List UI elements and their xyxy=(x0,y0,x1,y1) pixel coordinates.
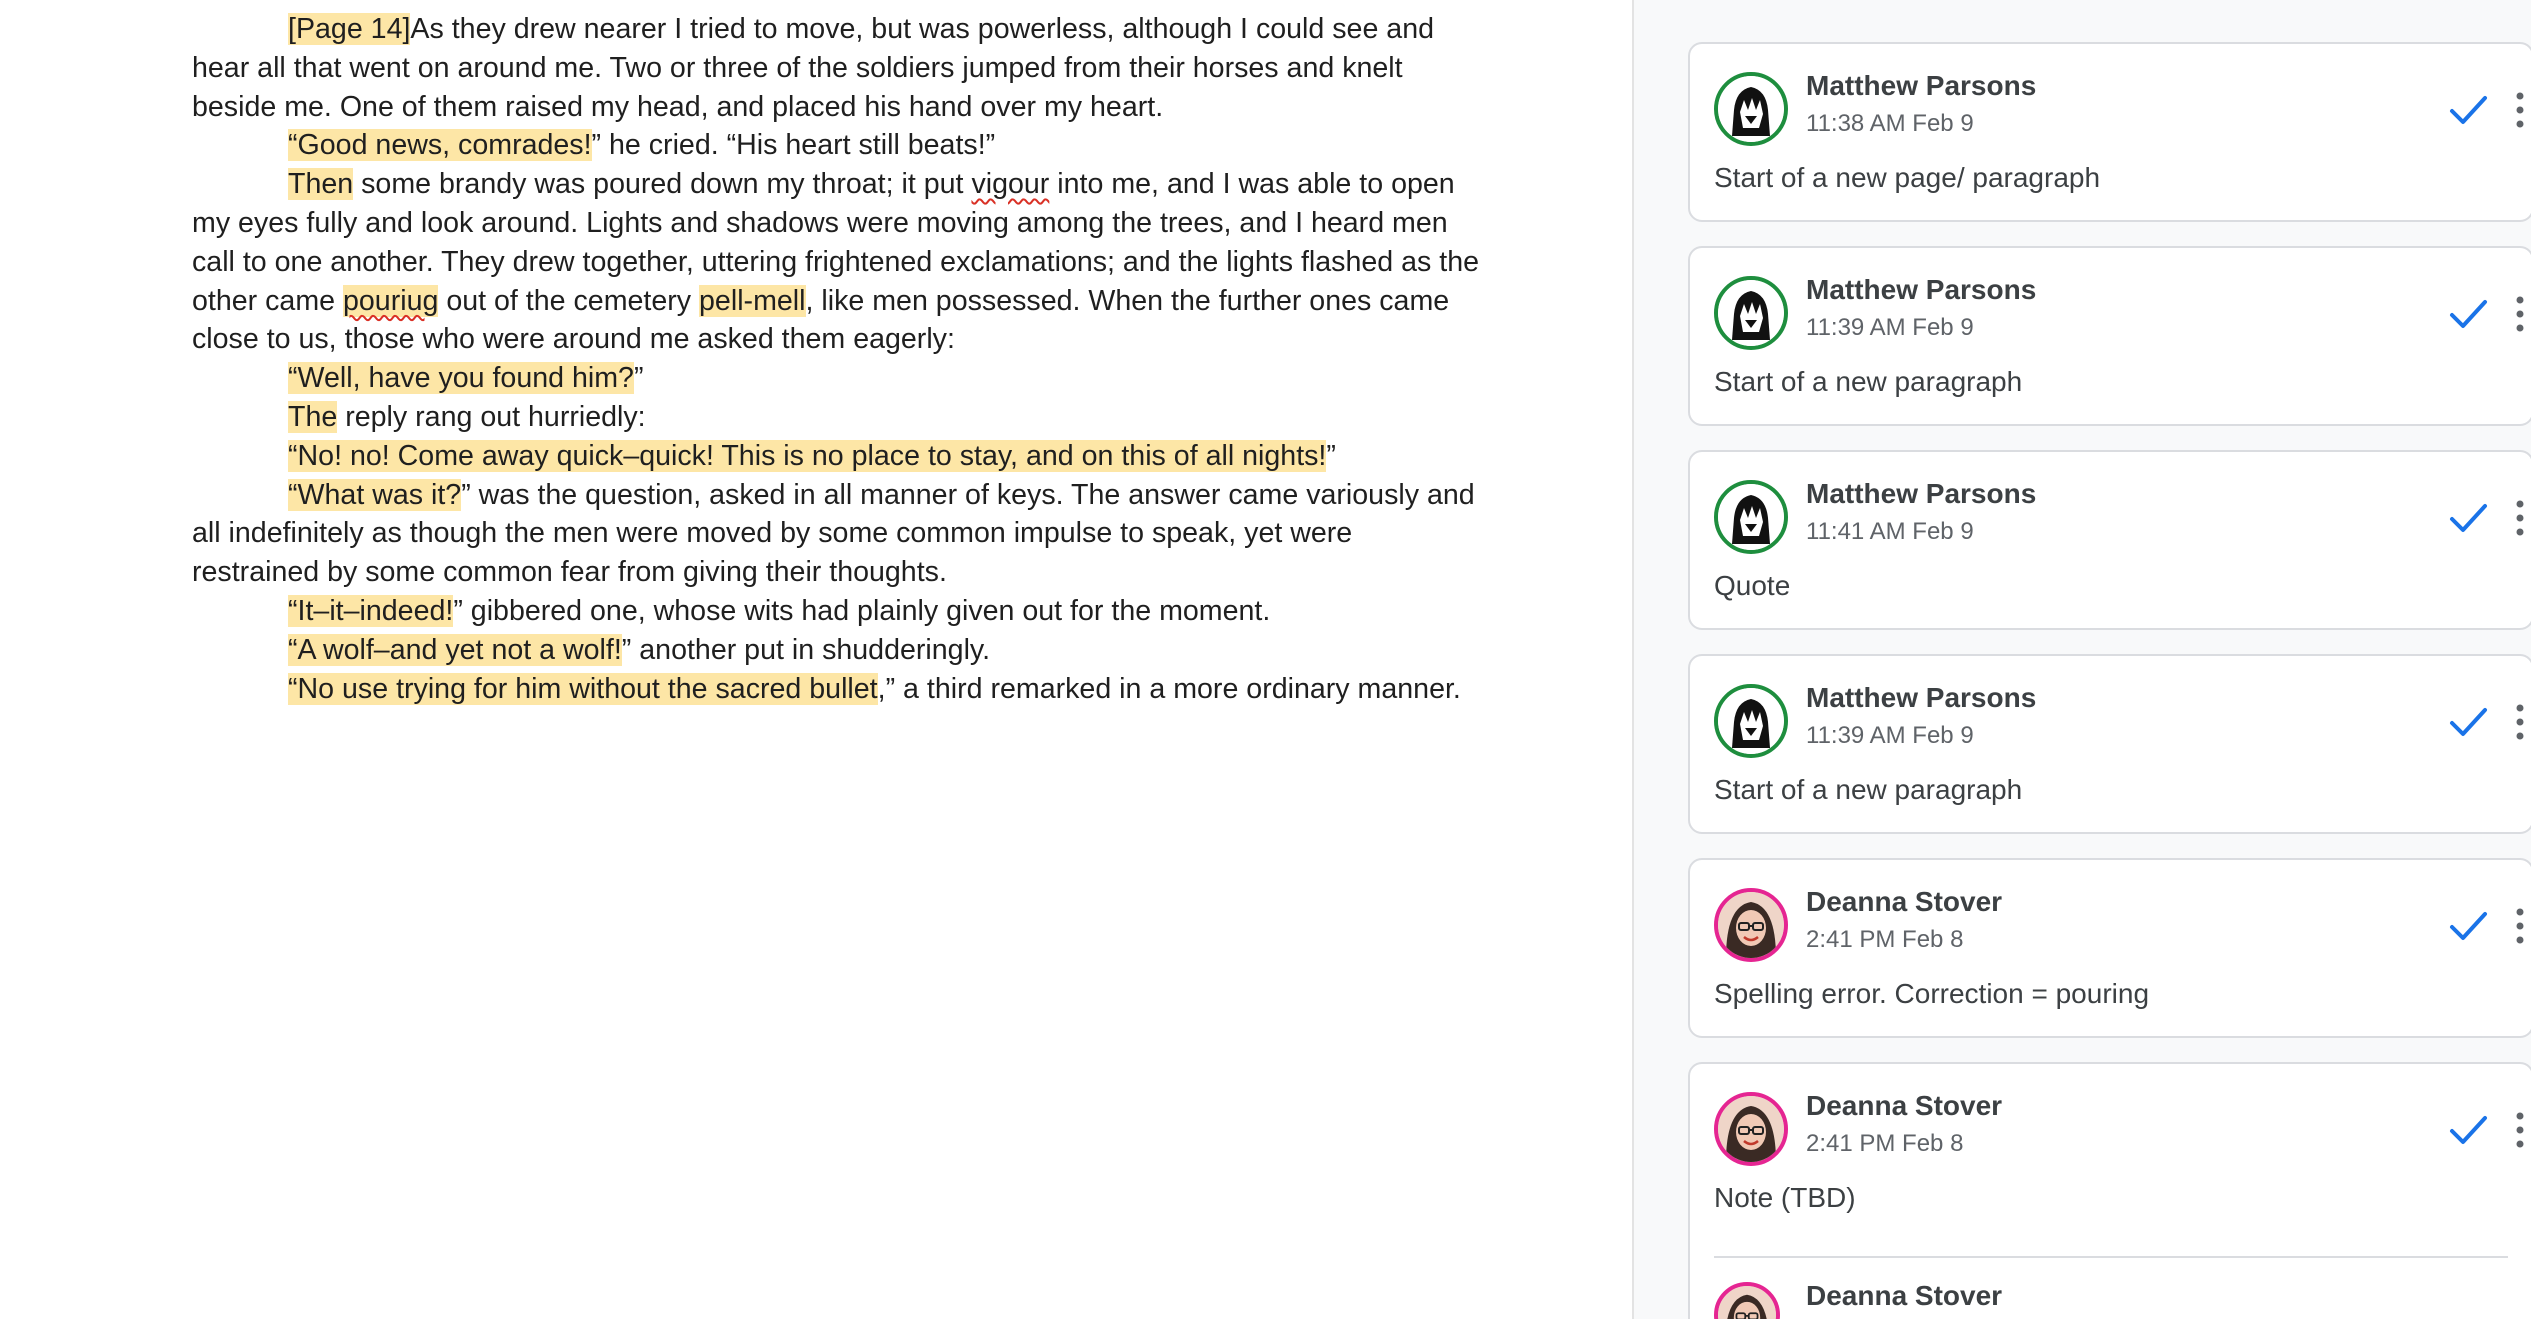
commented-text[interactable]: “No use trying for him without the sacre… xyxy=(288,672,878,705)
avatar xyxy=(1714,276,1788,350)
avatar xyxy=(1714,1092,1788,1166)
comment-author: Matthew Parsons xyxy=(1806,274,2037,305)
comment-text: Quote xyxy=(1714,570,1791,601)
text-run: ” xyxy=(633,362,644,395)
comment-author: Matthew Parsons xyxy=(1806,70,2037,101)
document-paragraph[interactable]: [Page 14]As they drew nearer I tried to … xyxy=(192,10,1482,126)
checkmark-icon[interactable] xyxy=(2442,900,2494,952)
comment-card[interactable]: Matthew Parsons 11:38 AM Feb 9 Start of a … xyxy=(1688,42,2531,222)
misspelled-word[interactable]: vigour xyxy=(971,168,1049,200)
document-body[interactable]: [Page 14]As they drew nearer I tried to … xyxy=(192,10,1482,708)
comment-card[interactable]: Matthew Parsons 11:41 AM Feb 9 Quote xyxy=(1688,450,2531,630)
commented-text[interactable]: Then xyxy=(288,168,354,201)
more-vert-icon[interactable] xyxy=(2502,84,2531,136)
document-paragraph[interactable]: “Well, have you found him?” xyxy=(192,359,1482,398)
text-run: ” gibbered one, whose wits had plainly g… xyxy=(453,594,1271,627)
commented-text[interactable]: pouriug xyxy=(342,284,439,317)
comment-timestamp: 2:41 PM Feb 8 xyxy=(1806,926,1964,953)
more-vert-icon[interactable] xyxy=(2502,696,2531,748)
comment-text: Start of a new paragraph xyxy=(1714,774,2023,805)
commented-text[interactable]: [Page 14] xyxy=(288,13,411,45)
comment-timestamp: 11:39 AM Feb 9 xyxy=(1806,314,1974,341)
text-run: ,” a third remarked in a more ordinary m… xyxy=(877,672,1461,705)
reply-author: Deanna Stover xyxy=(1806,1280,2003,1311)
document-paragraph[interactable]: “No! no! Come away quick–quick! This is … xyxy=(192,437,1482,476)
document-paragraph[interactable]: “Good news, comrades!” he cried. “His he… xyxy=(192,126,1482,165)
comment-text: Start of a new page/ paragraph xyxy=(1714,162,2101,193)
comment-author: Deanna Stover xyxy=(1806,1090,2003,1121)
comment-timestamp: 11:38 AM Feb 9 xyxy=(1806,110,1974,137)
comment-text: Note (TBD) xyxy=(1714,1182,1856,1213)
comment-timestamp: 11:41 AM Feb 9 xyxy=(1806,518,1974,545)
comment-author: Deanna Stover xyxy=(1806,886,2003,917)
comment-timestamp: 2:41 PM Feb 8 xyxy=(1806,1130,1964,1157)
more-vert-icon[interactable] xyxy=(2502,492,2531,544)
commented-text[interactable]: “It–it–indeed! xyxy=(288,594,454,627)
text-run: reply rang out hurriedly: xyxy=(337,400,646,433)
more-vert-icon[interactable] xyxy=(2502,1104,2531,1156)
comment-text: Spelling error. Correction = pouring xyxy=(1714,978,2150,1009)
document-paragraph[interactable]: “What was it?” was the question, asked i… xyxy=(192,476,1482,592)
commented-text[interactable]: “Good news, comrades! xyxy=(288,129,592,162)
document-page: [Page 14]As they drew nearer I tried to … xyxy=(0,0,1632,1319)
document-paragraph[interactable]: “It–it–indeed!” gibbered one, whose wits… xyxy=(192,592,1482,631)
checkmark-icon[interactable] xyxy=(2442,288,2494,340)
commented-text[interactable]: “Well, have you found him? xyxy=(288,362,634,395)
reply-divider xyxy=(1714,1256,2508,1258)
comment-card[interactable]: Matthew Parsons 11:39 AM Feb 9 Start of a … xyxy=(1688,246,2531,426)
text-run: ” xyxy=(1326,439,1336,472)
commented-text[interactable]: “No! no! Come away quick–quick! This is … xyxy=(288,439,1327,472)
document-paragraph[interactable]: Then some brandy was poured down my thro… xyxy=(192,165,1482,359)
reply-avatar xyxy=(1714,1282,1780,1319)
comment-card[interactable]: Deanna Stover 2:41 PM Feb 8 Note (TBD) Dean… xyxy=(1688,1062,2531,1319)
avatar xyxy=(1714,888,1788,962)
commented-text[interactable]: The xyxy=(288,400,338,433)
checkmark-icon[interactable] xyxy=(2442,1104,2494,1156)
comment-author: Matthew Parsons xyxy=(1806,478,2037,509)
document-paragraph[interactable]: The reply rang out hurriedly: xyxy=(192,398,1482,437)
document-paragraph[interactable]: “A wolf–and yet not a wolf!” another put… xyxy=(192,631,1482,670)
text-run: some brandy was poured down my throat; i… xyxy=(353,168,972,201)
avatar xyxy=(1714,684,1788,758)
comment-text: Start of a new paragraph xyxy=(1714,366,2023,397)
text-run: ” another put in shudderingly. xyxy=(621,633,991,666)
commented-text[interactable]: pell-mell xyxy=(699,284,806,317)
text-run: out of the cemetery xyxy=(438,284,700,317)
checkmark-icon[interactable] xyxy=(2442,696,2494,748)
document-paragraph[interactable]: “No use trying for him without the sacre… xyxy=(192,670,1482,709)
avatar xyxy=(1714,72,1788,146)
text-run: ” he cried. “His heart still beats!” xyxy=(591,129,996,162)
comment-author: Matthew Parsons xyxy=(1806,682,2037,713)
avatar xyxy=(1714,480,1788,554)
comment-card[interactable]: Matthew Parsons 11:39 AM Feb 9 Start of a … xyxy=(1688,654,2531,834)
more-vert-icon[interactable] xyxy=(2502,288,2531,340)
more-vert-icon[interactable] xyxy=(2502,900,2531,952)
commented-text[interactable]: “What was it? xyxy=(288,478,462,511)
checkmark-icon[interactable] xyxy=(2442,84,2494,136)
comment-card[interactable]: Deanna Stover 2:41 PM Feb 8 Spelling error… xyxy=(1688,858,2531,1038)
comment-timestamp: 11:39 AM Feb 9 xyxy=(1806,722,1974,749)
checkmark-icon[interactable] xyxy=(2442,492,2494,544)
commented-text[interactable]: “A wolf–and yet not a wolf! xyxy=(288,633,622,666)
comments-panel: Matthew Parsons 11:38 AM Feb 9 Start of a … xyxy=(1632,0,2531,1319)
